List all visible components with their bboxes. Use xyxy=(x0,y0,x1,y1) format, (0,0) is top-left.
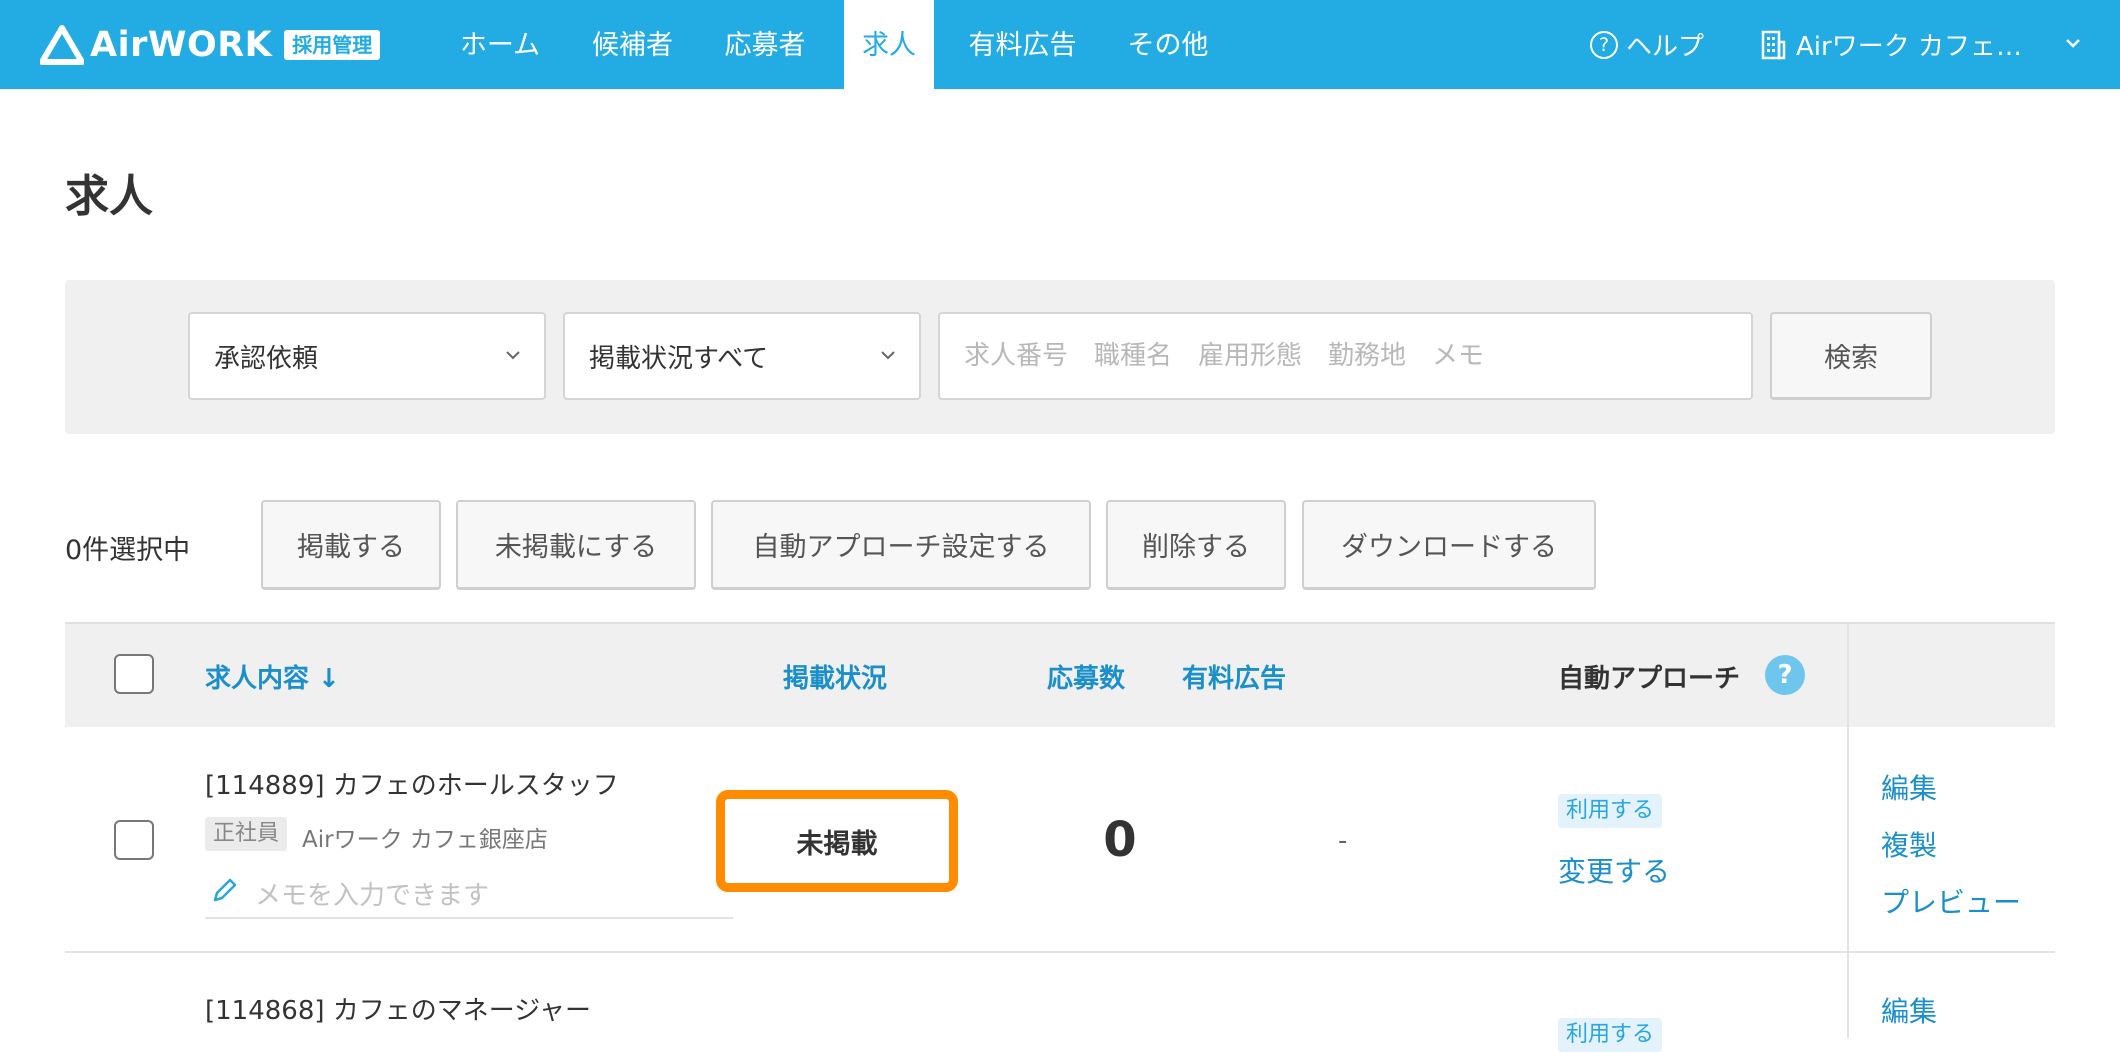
nav-home[interactable]: ホーム xyxy=(435,0,565,89)
edit-link[interactable]: 編集 xyxy=(1881,767,1937,807)
building-icon xyxy=(1761,30,1786,59)
paid-ad-value: - xyxy=(1338,826,1348,856)
question-help-icon[interactable]: ? xyxy=(1765,655,1805,695)
nav-paid-ads[interactable]: 有料広告 xyxy=(955,0,1090,89)
account-name: Airワーク カフェ… xyxy=(1796,32,2022,62)
app-logo[interactable]: AirWORK 採用管理 xyxy=(40,22,381,68)
approval-select-value: 承認依頼 xyxy=(214,343,319,374)
edit-link[interactable]: 編集 xyxy=(1881,990,1937,1030)
header-status[interactable]: 掲載状況 xyxy=(783,658,887,695)
status-unpublished: 未掲載 xyxy=(716,790,958,892)
memo-placeholder: メモを入力できます xyxy=(255,881,490,911)
select-all-checkbox[interactable] xyxy=(114,654,154,694)
approval-select[interactable]: 承認依頼 xyxy=(188,312,546,400)
nav-candidates[interactable]: 候補者 xyxy=(570,0,695,89)
column-divider xyxy=(1847,622,1849,1038)
row-divider xyxy=(65,951,2055,953)
nav-others[interactable]: その他 xyxy=(1118,0,1218,89)
auto-approach-badge: 利用する xyxy=(1558,1018,1663,1052)
unpublish-button[interactable]: 未掲載にする xyxy=(456,500,696,590)
auto-approach-button[interactable]: 自動アプローチ設定する xyxy=(711,500,1091,590)
nav-jobs[interactable]: 求人 xyxy=(844,0,934,89)
job-title[interactable]: [114868] カフェのマネージャー xyxy=(205,990,591,1027)
header-auto-approach: 自動アプローチ xyxy=(1558,664,1741,694)
header-paid-ad[interactable]: 有料広告 xyxy=(1182,658,1286,695)
page-title: 求人 xyxy=(65,171,153,222)
help-link[interactable]: ? ヘルプ xyxy=(1590,0,1704,89)
nav-applicants[interactable]: 応募者 xyxy=(700,0,830,89)
shop-name: Airワーク カフェ銀座店 xyxy=(302,827,548,853)
chevron-down-icon[interactable] xyxy=(2062,32,2084,54)
download-button[interactable]: ダウンロードする xyxy=(1302,500,1596,590)
status-select[interactable]: 掲載状況すべて xyxy=(563,312,921,400)
logo-text: AirWORK xyxy=(90,25,273,65)
auto-approach-badge: 利用する xyxy=(1558,794,1663,828)
header-applications[interactable]: 応募数 xyxy=(1047,658,1125,695)
job-title[interactable]: [114889] カフェのホールスタッフ xyxy=(205,765,619,802)
search-input[interactable] xyxy=(938,312,1753,400)
application-count: 0 xyxy=(1103,812,1137,868)
top-nav-bar: AirWORK 採用管理 ホーム 候補者 応募者 求人 有料広告 その他 ? ヘ… xyxy=(0,0,2120,89)
publish-button[interactable]: 掲載する xyxy=(261,500,441,590)
preview-link[interactable]: プレビュー xyxy=(1881,881,2021,921)
status-select-value: 掲載状況すべて xyxy=(589,343,769,374)
employment-type-tag: 正社員 xyxy=(205,817,288,851)
question-circle-icon: ? xyxy=(1590,30,1618,59)
account-menu[interactable]: Airワーク カフェ… xyxy=(1760,0,2022,89)
selected-count: 0件選択中 xyxy=(65,535,191,566)
pencil-icon xyxy=(213,878,237,902)
delete-button[interactable]: 削除する xyxy=(1106,500,1286,590)
chevron-down-icon xyxy=(506,351,520,360)
search-button[interactable]: 検索 xyxy=(1770,312,1932,400)
help-label: ヘルプ xyxy=(1626,32,1705,62)
auto-approach-change-link[interactable]: 変更する xyxy=(1558,850,1670,890)
duplicate-link[interactable]: 複製 xyxy=(1881,824,1937,864)
row-checkbox[interactable] xyxy=(114,820,154,860)
header-job-content[interactable]: 求人内容 ↓ xyxy=(205,658,340,695)
logo-badge: 採用管理 xyxy=(284,30,381,60)
logo-mark-icon xyxy=(40,25,84,65)
chevron-down-icon xyxy=(881,351,895,360)
